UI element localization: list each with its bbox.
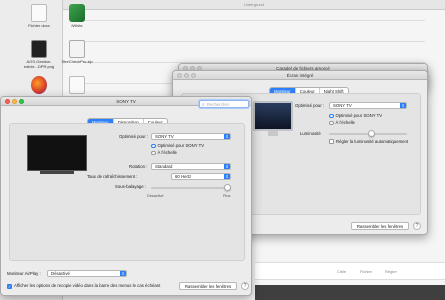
optimise-popup[interactable]: SONY TV ⇕ [329,102,407,109]
radio-scaled[interactable]: À l'échelle [329,120,355,125]
rotation-popup[interactable]: Standard ⇕ [151,163,231,170]
chevron-updown-icon: ⇕ [120,271,126,276]
tv-display-icon [27,135,87,174]
radio-optimise[interactable]: Optimisé pour SONY TV [329,113,382,118]
background-action-bar: Cible Fichier Régler [255,262,445,280]
gather-windows-button[interactable]: Rassembler les fenêtres [351,222,409,230]
underscan-max-label: Plus [223,194,231,198]
desktop-icon-label: AGS-Gestion-edicte...DPR.png [23,59,55,69]
optimise-value: SONY TV [155,134,174,139]
auto-brightness-checkbox[interactable]: Régler la luminosité automatiquement [329,139,408,144]
mirror-options-checkbox[interactable]: ✓ Afficher les options de recopie vidéo d… [7,283,160,289]
mirror-options-label: Afficher les options de recopie vidéo da… [14,283,161,288]
auto-brightness-label: Régler la luminosité automatiquement [336,139,409,144]
help-button[interactable]: ? [413,222,421,230]
zoom-button[interactable] [19,99,24,104]
document-icon [69,76,85,94]
imac-display-icon [253,101,293,136]
background-action-regler[interactable]: Régler [385,269,397,274]
desktop-icon-docx[interactable]: Fichier docx [22,4,56,29]
radio-selected-icon [329,113,334,118]
optimise-popup[interactable]: SONY TV ⇕ [151,133,231,140]
chevron-updown-icon: ⇕ [224,164,230,169]
desktop-icon-doc2[interactable] [60,76,94,96]
search-placeholder: Rechercher [207,102,230,107]
radio-optimise-label: Optimisé pour SONY TV [157,143,205,148]
optimise-label: Optimisé pour : [119,134,149,139]
background-action-fichier[interactable]: Fichier [360,269,372,274]
brightness-slider[interactable] [329,130,407,137]
radio-scaled-label: À l'échelle [157,150,177,155]
close-button[interactable] [5,99,10,104]
desktop-icon-firefox[interactable] [22,76,56,96]
desktop-icon-label: StreCheckPro.zip [61,59,93,64]
desktop-icon-app[interactable]: iWhite [60,4,94,29]
refresh-rate-label: Taux de rafraîchissement : [87,174,138,179]
background-footer [255,285,445,300]
underscan-min-label: Désactivé [147,194,164,198]
refresh-rate-popup[interactable]: 60 Hertz ⇕ [171,173,231,180]
close-button[interactable] [177,73,182,78]
background-action-cible[interactable]: Cible [337,269,346,274]
window-title: Écran intégré [286,73,314,78]
radio-selected-icon [151,143,156,148]
airplay-label: Moniteur AirPlay : [7,271,41,276]
desktop-icon-label: iWhite [71,23,83,28]
chevron-updown-icon: ⇕ [400,103,406,108]
radio-optimise[interactable]: Optimisé pour SONY TV [151,143,204,148]
minimize-button[interactable] [12,99,17,104]
desktop-icon-png[interactable]: AGS-Gestion-edicte...DPR.png [22,40,56,70]
rotation-label: Rotation : [129,164,148,169]
search-field[interactable]: ⌕ Rechercher [199,100,249,108]
firefox-icon [31,76,47,94]
airplay-value: Désactivé [51,271,70,276]
help-button[interactable]: ? [241,282,249,290]
airplay-popup[interactable]: Désactivé ⇕ [47,270,127,277]
minimize-button[interactable] [184,73,189,78]
radio-optimise-label: Optimisé pour SONY TV [335,113,383,118]
optimise-label: Optimisé pour : [295,103,325,108]
image-file-icon [31,40,47,58]
radio-unselected-icon [329,120,334,125]
zip-file-icon [69,40,85,58]
window-controls [5,99,24,104]
desktop: Untergrund Cible Fichier Régler Fichier … [0,0,445,300]
rotation-value: Standard [155,164,173,169]
underscan-label: Sous-balayage : [115,184,147,189]
refresh-rate-value: 60 Hertz [175,174,192,179]
search-icon: ⌕ [202,102,205,107]
zoom-button[interactable] [191,73,196,78]
document-icon [31,4,47,22]
checkbox-icon [329,139,334,144]
underscan-slider[interactable] [151,184,231,191]
app-icon [69,4,85,22]
brightness-label: Luminosité [300,131,321,136]
checkbox-checked-icon: ✓ [7,284,12,289]
desktop-icon-zip[interactable]: StreCheckPro.zip [60,40,94,65]
radio-scaled-label: À l'échelle [335,120,355,125]
sony-tv-display-window[interactable]: SONY TV ⌕ Rechercher Moniteur Dispositio… [0,96,252,296]
radio-unselected-icon [151,150,156,155]
chevron-updown-icon: ⇕ [224,174,230,179]
window-controls [177,73,196,78]
window-title: SONY TV [116,99,136,104]
chevron-updown-icon: ⇕ [224,134,230,139]
radio-scaled[interactable]: À l'échelle [151,150,177,155]
desktop-icon-label: Fichier docx [28,23,50,28]
background-window-title: Untergrund [63,0,445,10]
underscan-slider-knob[interactable] [223,184,231,191]
optimise-value: SONY TV [333,103,352,108]
gather-windows-button[interactable]: Rassembler les fenêtres [179,282,237,290]
